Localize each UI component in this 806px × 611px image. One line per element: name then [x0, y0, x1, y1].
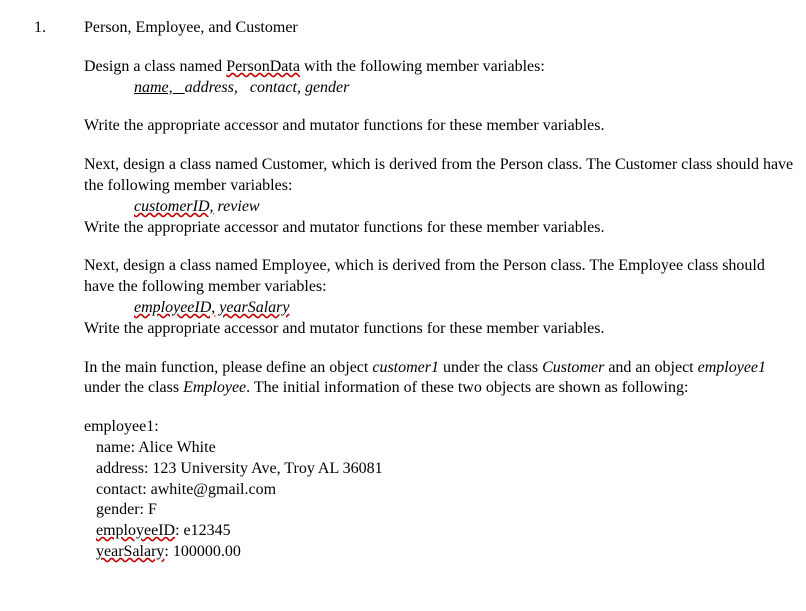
employee1-contact: contact: awhite@gmail.com — [96, 480, 796, 501]
customer-vars: customerID, review — [134, 197, 796, 218]
var-rest: address, contact, gender — [185, 79, 350, 96]
employee-vars: employeeID, yearSalary — [134, 298, 796, 319]
class-name-persondata: PersonData — [226, 58, 300, 75]
paragraph-main-function: In the main function, please define an o… — [84, 358, 796, 400]
underline-space — [173, 79, 185, 96]
obj-customer1: customer1 — [372, 359, 439, 376]
paragraph-design-customer: Next, design a class named Customer, whi… — [84, 155, 796, 197]
var-name: name, — [134, 79, 173, 96]
employee1-salary: yearSalary: 100000.00 — [96, 542, 796, 563]
employeeid-value: : e12345 — [175, 522, 231, 539]
employee1-gender: gender: F — [96, 500, 796, 521]
paragraph-accessor-3: Write the appropriate accessor and mutat… — [84, 319, 796, 340]
text: . The initial information of these two o… — [246, 379, 688, 396]
document-body: Person, Employee, and Customer Design a … — [84, 18, 796, 563]
var-yearsalary: yearSalary — [219, 299, 289, 316]
text: In the main function, please define an o… — [84, 359, 372, 376]
text: under the class — [439, 359, 542, 376]
paragraph-accessor-1: Write the appropriate accessor and mutat… — [84, 116, 796, 137]
persondata-vars: name, address, contact, gender — [134, 78, 796, 99]
employee1-name: name: Alice White — [96, 438, 796, 459]
yearsalary-label: yearSalary — [96, 543, 164, 560]
list-number: 1. — [34, 18, 46, 39]
var-review: review — [214, 198, 260, 215]
paragraph-design-persondata: Design a class named PersonData with the… — [84, 57, 796, 78]
employee1-id: employeeID: e12345 — [96, 521, 796, 542]
text: and an object — [604, 359, 697, 376]
employee1-block: employee1: name: Alice White address: 12… — [84, 417, 796, 563]
text: with the following member variables: — [300, 58, 545, 75]
document-page: 1. Person, Employee, and Customer Design… — [0, 0, 806, 611]
employee1-header: employee1: — [84, 417, 796, 438]
var-employeeid: employeeID, — [134, 299, 215, 316]
yearsalary-value: : 100000.00 — [164, 543, 240, 560]
employeeid-label: employeeID — [96, 522, 175, 539]
text: Design a class named — [84, 58, 226, 75]
text: under the class — [84, 379, 183, 396]
class-employee: Employee — [183, 379, 246, 396]
obj-employee1: employee1 — [698, 359, 766, 376]
employee1-address: address: 123 University Ave, Troy AL 360… — [96, 459, 796, 480]
var-customerid: customerID, — [134, 198, 214, 215]
paragraph-accessor-2: Write the appropriate accessor and mutat… — [84, 218, 796, 239]
class-customer: Customer — [542, 359, 604, 376]
section-title: Person, Employee, and Customer — [84, 18, 796, 39]
paragraph-design-employee: Next, design a class named Employee, whi… — [84, 256, 796, 298]
